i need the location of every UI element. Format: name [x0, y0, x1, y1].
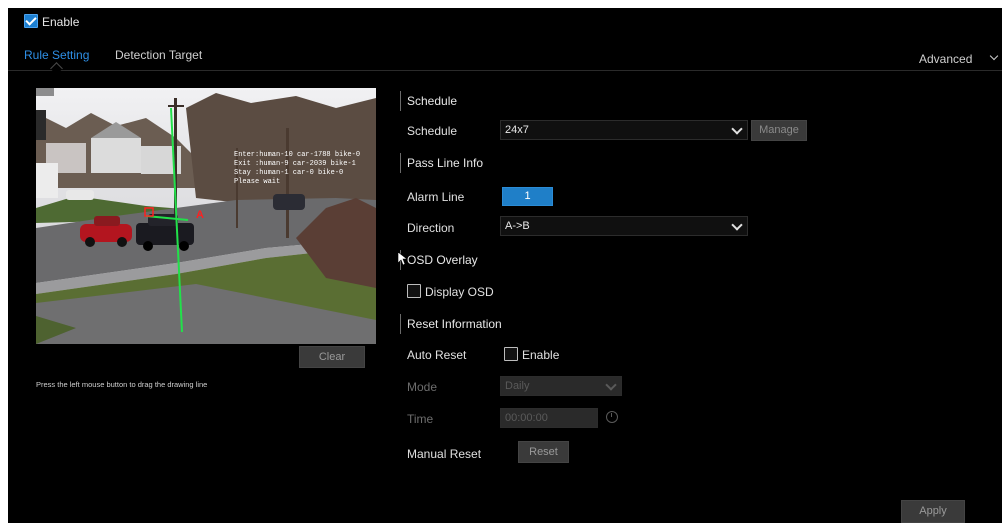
- osd-line-wait: Please wait: [234, 178, 280, 186]
- reset-button[interactable]: Reset: [518, 441, 569, 463]
- schedule-label: Schedule: [407, 124, 458, 138]
- schedule-section-title: Schedule: [400, 91, 457, 111]
- display-osd-label: Display OSD: [425, 285, 494, 299]
- direction-marker-a: A: [196, 209, 204, 221]
- tab-detection-target[interactable]: Detection Target: [115, 48, 202, 62]
- clock-hand: [611, 413, 612, 417]
- apply-button[interactable]: Apply: [901, 500, 965, 523]
- time-input[interactable]: 00:00:00: [500, 408, 598, 428]
- clear-button[interactable]: Clear: [299, 346, 365, 368]
- osd-line-enter: Enter:human-10 car-1788 bike-0: [234, 151, 360, 159]
- osd-section-title: OSD Overlay: [400, 250, 478, 270]
- enable-checkbox[interactable]: [24, 14, 38, 28]
- osd-line-exit: Exit :human-9 car-2039 bike-1: [234, 160, 356, 168]
- manual-reset-label: Manual Reset: [407, 447, 482, 461]
- alarm-line-1-button[interactable]: 1: [502, 187, 553, 206]
- pass-line-section-title: Pass Line Info: [400, 153, 483, 173]
- mouse-cursor-icon: [398, 252, 408, 266]
- auto-reset-enable-label: Enable: [522, 348, 560, 362]
- tab-divider: [8, 70, 1002, 71]
- auto-reset-label: Auto Reset: [407, 348, 467, 362]
- auto-reset-enable-checkbox[interactable]: [504, 347, 518, 361]
- clock-icon[interactable]: [606, 411, 618, 423]
- direction-value: A->B: [505, 220, 530, 232]
- chevron-down-icon: [731, 123, 743, 135]
- chevron-down-icon[interactable]: [989, 51, 999, 61]
- enable-label: Enable: [42, 15, 80, 29]
- schedule-select[interactable]: 24x7: [500, 120, 748, 140]
- mode-label: Mode: [407, 380, 438, 394]
- mode-select[interactable]: Daily: [500, 376, 622, 396]
- camera-scene: A Enter:human-10 car-1788 bike-0 Exit :h…: [36, 88, 376, 344]
- chevron-down-icon: [605, 379, 617, 391]
- app-window: Enable Rule Setting Detection Target Adv…: [8, 8, 1002, 523]
- schedule-value: 24x7: [505, 124, 529, 136]
- drag-hint-text: Press the left mouse button to drag the …: [36, 380, 208, 389]
- display-osd-checkbox[interactable]: [407, 284, 421, 298]
- advanced-dropdown[interactable]: Advanced: [919, 52, 972, 66]
- reset-section-title: Reset Information: [400, 314, 502, 334]
- manage-button[interactable]: Manage: [751, 120, 807, 141]
- tab-rule-setting[interactable]: Rule Setting: [24, 48, 89, 62]
- chevron-down-icon: [731, 219, 743, 231]
- direction-label: Direction: [407, 221, 455, 235]
- video-preview[interactable]: A Enter:human-10 car-1788 bike-0 Exit :h…: [36, 88, 376, 344]
- active-tab-indicator: [50, 62, 63, 75]
- mode-value: Daily: [505, 380, 530, 392]
- time-label: Time: [407, 412, 434, 426]
- alarm-line-label: Alarm Line: [407, 190, 465, 204]
- osd-line-stay: Stay :human-1 car-0 bike-0: [234, 169, 343, 177]
- direction-select[interactable]: A->B: [500, 216, 748, 236]
- time-value: 00:00:00: [505, 412, 548, 424]
